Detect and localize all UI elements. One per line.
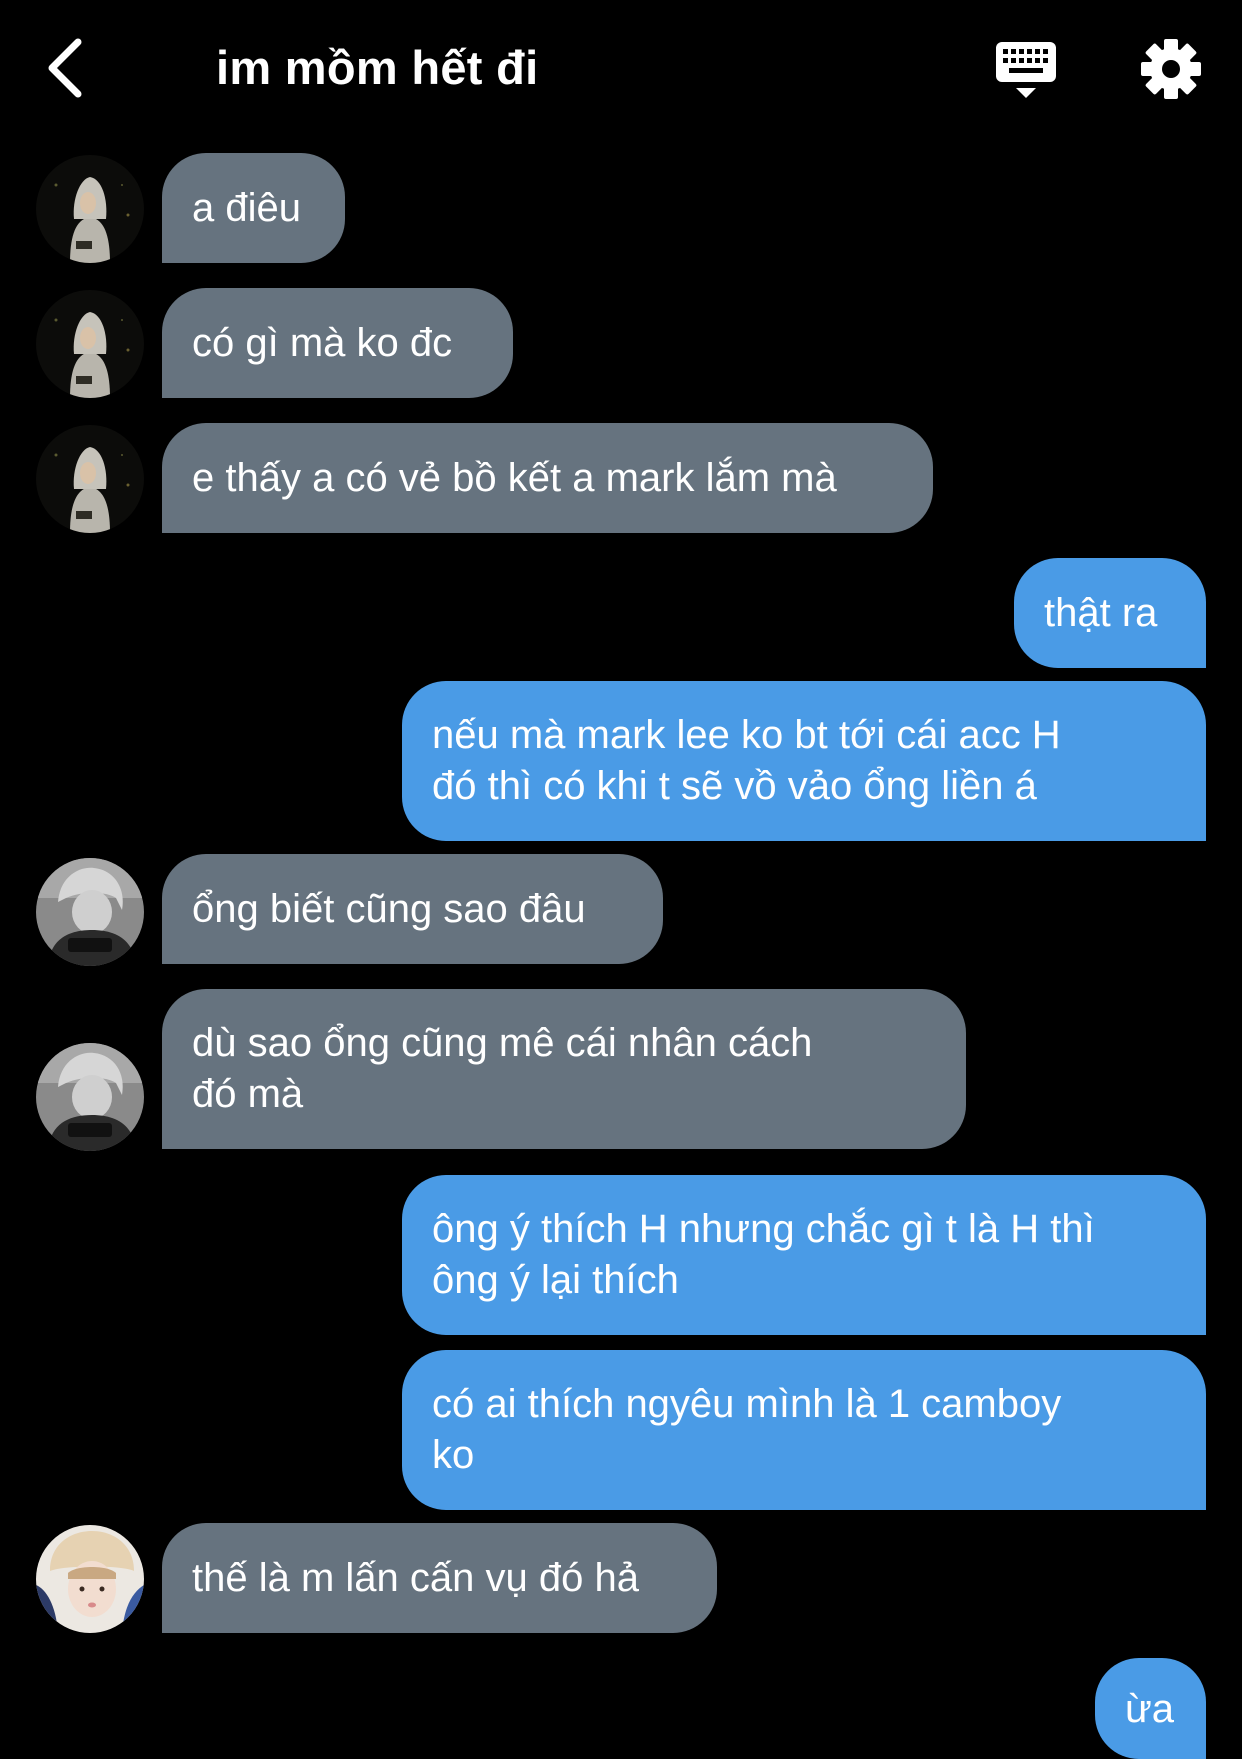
incoming-message[interactable]: a điêu: [162, 153, 345, 263]
profile-photo-icon: [36, 425, 144, 533]
message-text-line: ông ý lại thích: [432, 1258, 679, 1302]
incoming-message[interactable]: có gì mà ko đc: [162, 288, 513, 398]
profile-photo-icon: [36, 1525, 144, 1633]
chat-title: im mồm hết đi: [216, 41, 539, 94]
outgoing-message[interactable]: ừa: [1095, 1658, 1206, 1759]
gear-icon: [1141, 39, 1201, 99]
keyboard-icon: [996, 42, 1056, 98]
message-text-line: đó thì có khi t sẽ vồ vảo ổng liền á: [432, 764, 1037, 808]
profile-photo-icon: [36, 858, 144, 966]
incoming-message[interactable]: thế là m lấn cấn vụ đó hả: [162, 1523, 717, 1633]
message-text-line: có ai thích ngyêu mình là 1 camboy: [432, 1382, 1062, 1426]
message-text-line: ông ý thích H nhưng chắc gì t là H thì: [432, 1207, 1095, 1251]
outgoing-message[interactable]: nếu mà mark lee ko bt tới cái acc H đó t…: [402, 681, 1206, 841]
outgoing-message[interactable]: ông ý thích H nhưng chắc gì t là H thì ô…: [402, 1175, 1206, 1335]
message-text: ổng biết cũng sao đâu: [192, 886, 586, 931]
outgoing-message[interactable]: thật ra: [1014, 558, 1206, 668]
message-text-line: đó mà: [192, 1072, 304, 1116]
message-text-line: dù sao ổng cũng mê cái nhân cách: [192, 1021, 813, 1065]
message-text: thế là m lấn cấn vụ đó hả: [192, 1555, 639, 1600]
keyboard-button[interactable]: [994, 40, 1058, 104]
profile-photo-icon: [36, 155, 144, 263]
profile-photo-icon: [36, 1043, 144, 1151]
avatar[interactable]: [36, 425, 144, 533]
chevron-left-icon: [48, 38, 82, 98]
message-text: ừa: [1125, 1687, 1175, 1731]
avatar[interactable]: [36, 290, 144, 398]
incoming-message[interactable]: e thấy a có vẻ bồ kết a mark lắm mà: [162, 423, 933, 533]
avatar[interactable]: [36, 1043, 144, 1151]
avatar[interactable]: [36, 1525, 144, 1633]
message-text: thật ra: [1044, 590, 1158, 635]
message-text: có gì mà ko đc: [192, 320, 453, 365]
incoming-message[interactable]: ổng biết cũng sao đâu: [162, 854, 663, 964]
back-button[interactable]: [40, 36, 100, 100]
message-text-line: ko: [432, 1433, 475, 1477]
message-text-line: nếu mà mark lee ko bt tới cái acc H: [432, 713, 1061, 757]
profile-photo-icon: [36, 290, 144, 398]
settings-button[interactable]: [1140, 38, 1202, 100]
avatar[interactable]: [36, 858, 144, 966]
incoming-message[interactable]: dù sao ổng cũng mê cái nhân cách đó mà: [162, 989, 966, 1149]
avatar[interactable]: [36, 155, 144, 263]
message-text: e thấy a có vẻ bồ kết a mark lắm mà: [192, 455, 837, 500]
chat-header: im mồm hết đi: [0, 0, 1242, 140]
message-text: a điêu: [192, 185, 301, 230]
outgoing-message[interactable]: có ai thích ngyêu mình là 1 camboy ko: [402, 1350, 1206, 1510]
